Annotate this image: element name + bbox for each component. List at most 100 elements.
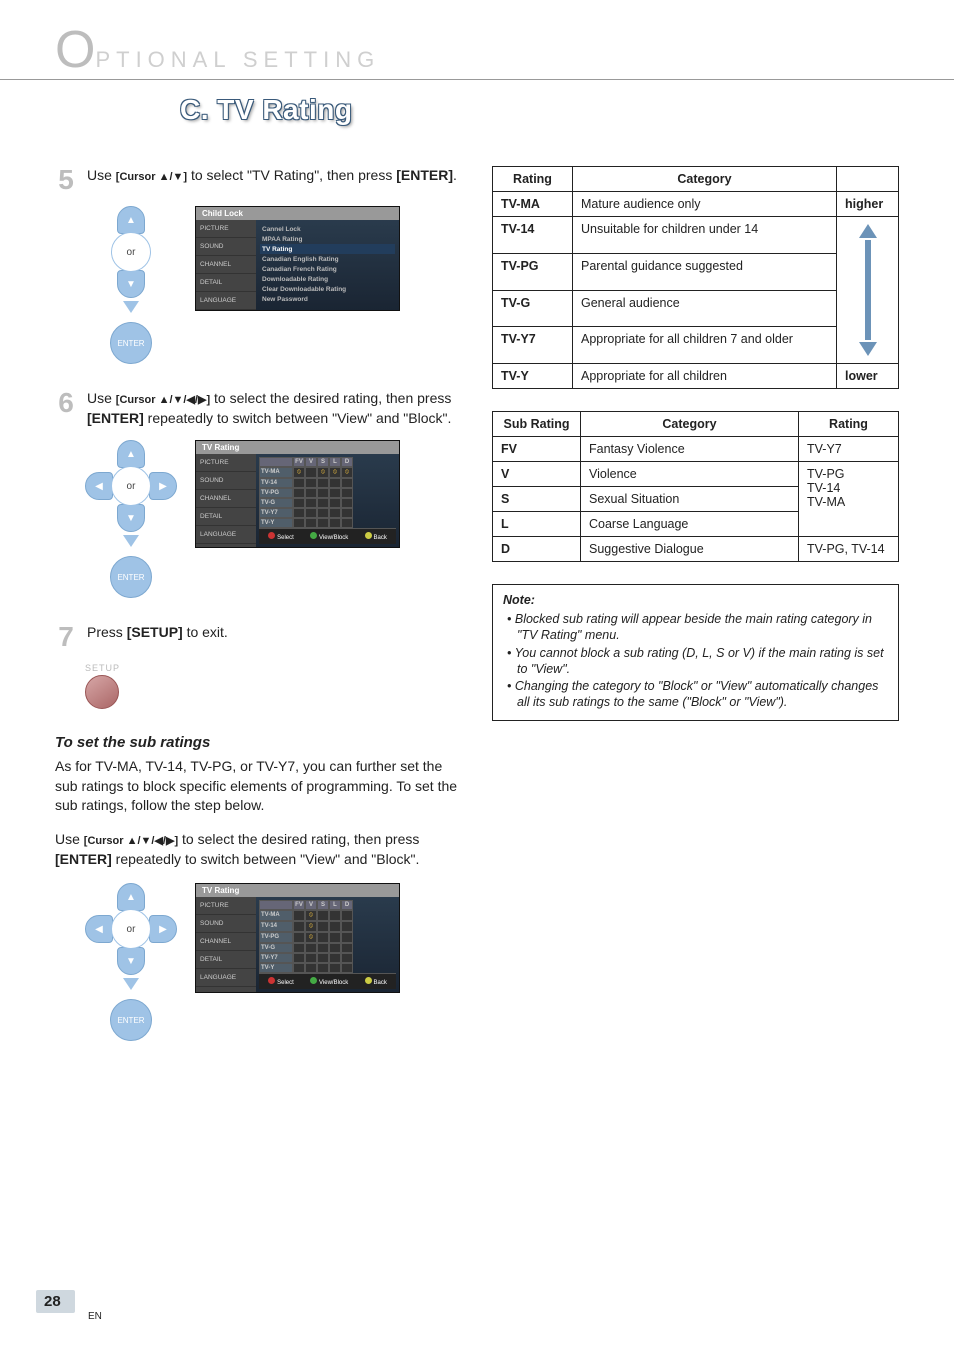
- osd-foot-label: Back: [374, 980, 387, 986]
- grid-cell: [293, 921, 305, 932]
- th-category: Category: [573, 167, 837, 192]
- grid-cell: [317, 953, 329, 963]
- enter-button-icon: ENTER: [110, 556, 152, 598]
- grid-cell: [317, 910, 329, 921]
- grid-cell: ⦸: [293, 467, 305, 478]
- td-rating: TV-Y: [493, 364, 573, 389]
- grid-cell: [341, 932, 353, 943]
- td-sub-rating: L: [493, 512, 581, 537]
- grid-cell: ⦸: [305, 921, 317, 932]
- grid-cell: [305, 467, 317, 478]
- grid-hdr: [259, 900, 293, 910]
- osd-item: Cannel Lock: [260, 224, 395, 234]
- txt-bold: [Cursor ▲/▼]: [116, 171, 187, 183]
- osd-tv-rating: TV Rating PICTURE SOUND CHANNEL DETAIL L…: [195, 440, 400, 548]
- setup-label: SETUP: [85, 663, 462, 673]
- osd-foot-label: View/Block: [319, 535, 348, 541]
- setup-button-icon: [85, 675, 119, 709]
- grid-cell: ⦸: [317, 467, 329, 478]
- grid-row-label: TV-G: [259, 498, 293, 508]
- dpad-center: or: [111, 909, 151, 949]
- osd-foot-label: Select: [277, 535, 294, 541]
- osd-item: Downloadable Rating: [260, 274, 395, 284]
- grid-cell: [329, 943, 341, 953]
- remote-dpad: ▲ ▼ ◀ ▶ or ENTER: [85, 883, 177, 1041]
- txt-bold: [ENTER]: [87, 410, 144, 426]
- dpad-down-icon: ▼: [117, 947, 145, 975]
- grid-cell: [293, 932, 305, 943]
- step-6: 6 Use [Cursor ▲/▼/◀/▶] to select the des…: [55, 389, 462, 428]
- step-text: Use [Cursor ▲/▼] to select "TV Rating", …: [87, 166, 462, 186]
- page-header: O PTIONAL SETTING: [0, 0, 954, 80]
- td-category: Parental guidance suggested: [573, 253, 837, 290]
- td-category: Fantasy Violence: [581, 437, 799, 462]
- grid-row-label: TV-Y7: [259, 508, 293, 518]
- section-title: C. TV Rating: [180, 94, 954, 126]
- txt: .: [453, 167, 457, 183]
- grid-hdr: [259, 457, 293, 467]
- grid-row-label: TV-MA: [259, 910, 293, 921]
- down-arrow-icon: [123, 978, 139, 990]
- grid-cell: [341, 508, 353, 518]
- note-list: Blocked sub rating will appear beside th…: [503, 611, 888, 711]
- td-category: General audience: [573, 290, 837, 327]
- arrow-up-icon: [859, 224, 877, 238]
- grid-cell: [341, 488, 353, 498]
- grid-cell: [329, 932, 341, 943]
- osd-tab: LANGUAGE: [196, 292, 256, 310]
- td-rating-note: TV-Y7: [799, 437, 899, 462]
- grid-cell: [341, 943, 353, 953]
- td-rating-note-merged: TV-PG TV-14 TV-MA: [799, 462, 899, 537]
- td-category: Suggestive Dialogue: [581, 537, 799, 562]
- txt-bold: [ENTER]: [55, 851, 112, 867]
- green-dot-icon: [310, 977, 317, 984]
- grid-cell: [293, 478, 305, 488]
- grid-cell: ⦸: [305, 932, 317, 943]
- osd-tab: SOUND: [196, 472, 256, 490]
- red-dot-icon: [268, 977, 275, 984]
- dpad: ▲ ▼ ◀ ▶ or: [85, 883, 177, 975]
- green-dot-icon: [310, 532, 317, 539]
- grid-row-label: TV-G: [259, 943, 293, 953]
- yellow-dot-icon: [365, 977, 372, 984]
- td-category: Unsuitable for children under 14: [573, 217, 837, 254]
- osd-tab: PICTURE: [196, 454, 256, 472]
- txt: to select the desired rating, then press: [210, 390, 451, 406]
- grid-cell: [293, 910, 305, 921]
- td-category: Mature audience only: [573, 192, 837, 217]
- page-number-box: 28: [36, 1290, 75, 1313]
- dpad: ▲ ▼ ◀ ▶ or: [85, 440, 177, 532]
- txt: Use: [55, 831, 84, 847]
- dpad-down-icon: ▼: [117, 504, 145, 532]
- grid-cell: [341, 910, 353, 921]
- grid-hdr: D: [341, 900, 353, 910]
- grid-cell: [305, 518, 317, 528]
- txt-bold: [Cursor ▲/▼/◀/▶]: [116, 394, 210, 406]
- remote-dpad: ▲ ▼ ◀ ▶ or ENTER: [85, 440, 177, 598]
- txt: Press: [87, 624, 127, 640]
- rating-table: Rating Category TV-MA Mature audience on…: [492, 166, 899, 389]
- grid-cell: [329, 921, 341, 932]
- grid-cell: [317, 478, 329, 488]
- osd-item: Canadian French Rating: [260, 264, 395, 274]
- osd-item: MPAA Rating: [260, 234, 395, 244]
- osd-tabs: PICTURE SOUND CHANNEL DETAIL LANGUAGE: [196, 220, 256, 310]
- osd-title: TV Rating: [196, 441, 399, 454]
- txt: to select the desired rating, then press: [178, 831, 419, 847]
- osd-foot-item: Select: [268, 977, 294, 986]
- grid-cell: [341, 921, 353, 932]
- down-arrow-icon: [123, 535, 139, 547]
- osd-tab: LANGUAGE: [196, 969, 256, 987]
- osd-tab: SOUND: [196, 238, 256, 256]
- osd-tab: DETAIL: [196, 951, 256, 969]
- grid-cell: [293, 963, 305, 973]
- txt-bold: [Cursor ▲/▼/◀/▶]: [84, 835, 178, 847]
- grid-cell: [317, 508, 329, 518]
- grid-cell: [305, 963, 317, 973]
- note-box: Note: Blocked sub rating will appear bes…: [492, 584, 899, 721]
- td-rating: TV-PG: [493, 253, 573, 290]
- grid-cell: [305, 498, 317, 508]
- td-category: Coarse Language: [581, 512, 799, 537]
- osd-rating-grid: FV V S L D TV-MA ⦸ ⦸ ⦸ ⦸ TV-14: [259, 457, 396, 528]
- td-sub-rating: FV: [493, 437, 581, 462]
